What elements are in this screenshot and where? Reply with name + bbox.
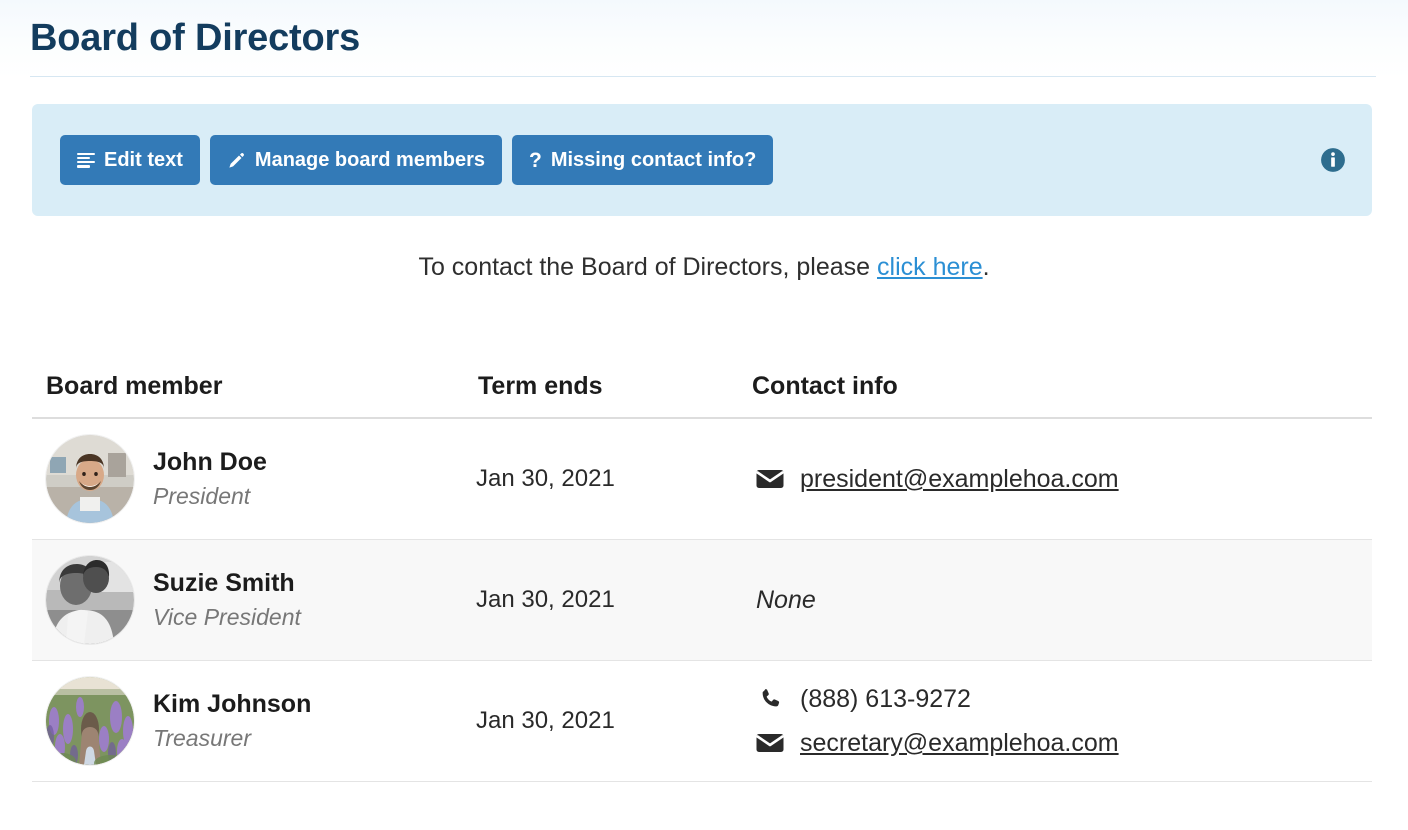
- board-of-directors-page: Board of Directors Edit text Manage boar…: [0, 0, 1408, 830]
- member-name: Suzie Smith: [153, 569, 295, 598]
- table-header-row: Board member Term ends Contact info: [32, 372, 1372, 419]
- admin-toolbar: Edit text Manage board members ? Missing…: [32, 104, 1372, 216]
- column-header-contact-info: Contact info: [742, 372, 1372, 419]
- envelope-icon: [756, 732, 784, 754]
- column-header-term-ends: Term ends: [462, 372, 742, 419]
- member-name: Kim Johnson: [153, 690, 312, 719]
- member-name: John Doe: [153, 448, 267, 477]
- contact-email-link[interactable]: president@examplehoa.com: [800, 461, 1119, 497]
- table-row: John Doe President Jan 30, 2021 presiden…: [32, 418, 1372, 540]
- contact-info-cell: (888) 613-9272 secretary@examplehoa.com: [742, 660, 1372, 782]
- missing-contact-info-button-label: Missing contact info?: [550, 149, 757, 171]
- contact-phone-value: (888) 613-9272: [800, 684, 971, 713]
- manage-board-members-button[interactable]: Manage board members: [209, 135, 502, 185]
- page-title: Board of Directors: [30, 17, 361, 59]
- table-row: Suzie Smith Vice President Jan 30, 2021 …: [32, 539, 1372, 661]
- phone-icon: [756, 688, 784, 710]
- term-ends-value: Jan 30, 2021: [462, 539, 742, 661]
- edit-text-button[interactable]: Edit text: [60, 135, 200, 185]
- contact-info-cell: president@examplehoa.com: [742, 418, 1372, 540]
- title-divider: [30, 76, 1376, 77]
- table-row: Kim Johnson Treasurer Jan 30, 2021 (888): [32, 660, 1372, 782]
- contact-instruction: To contact the Board of Directors, pleas…: [0, 251, 1408, 285]
- question-mark-icon: ?: [528, 148, 542, 172]
- member-role: Vice President: [153, 604, 301, 631]
- member-cell: Kim Johnson Treasurer: [32, 660, 462, 782]
- board-members-table: Board member Term ends Contact info John…: [32, 372, 1372, 782]
- contact-instruction-text-before: To contact the Board of Directors, pleas…: [418, 253, 878, 281]
- list-lines-icon: [77, 152, 95, 168]
- contact-instruction-text-after: .: [982, 253, 990, 281]
- member-role: President: [153, 483, 251, 510]
- contact-info-cell: None: [742, 539, 1372, 661]
- missing-contact-info-button[interactable]: ? Missing contact info?: [511, 135, 774, 185]
- edit-text-button-label: Edit text: [104, 149, 183, 171]
- avatar: [46, 677, 134, 765]
- member-cell: Suzie Smith Vice President: [32, 539, 462, 661]
- avatar: [46, 556, 134, 644]
- info-circle-icon[interactable]: [1320, 147, 1346, 173]
- manage-board-members-button-label: Manage board members: [254, 149, 485, 171]
- member-role: Treasurer: [153, 725, 251, 752]
- contact-email-item[interactable]: president@examplehoa.com: [756, 461, 1358, 497]
- pencil-icon: [227, 151, 246, 170]
- term-ends-value: Jan 30, 2021: [462, 418, 742, 540]
- contact-phone-item: (888) 613-9272: [756, 681, 1358, 717]
- envelope-icon: [756, 468, 784, 490]
- contact-none-value: None: [756, 585, 816, 614]
- contact-email-link[interactable]: secretary@examplehoa.com: [800, 725, 1119, 761]
- column-header-board-member: Board member: [32, 372, 462, 419]
- contact-email-item[interactable]: secretary@examplehoa.com: [756, 725, 1358, 761]
- member-cell: John Doe President: [32, 418, 462, 540]
- avatar: [46, 435, 134, 523]
- click-here-link[interactable]: click here: [877, 253, 983, 281]
- term-ends-value: Jan 30, 2021: [462, 660, 742, 782]
